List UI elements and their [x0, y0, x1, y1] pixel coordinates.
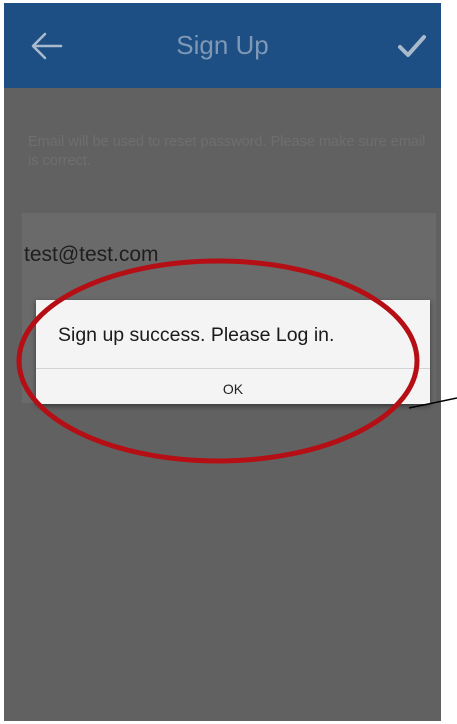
ok-button[interactable]: OK — [36, 369, 430, 404]
email-hint-text: Email will be used to reset password. Pl… — [28, 134, 426, 169]
confirm-button[interactable] — [387, 21, 437, 71]
email-field[interactable]: test@test.com — [24, 243, 159, 267]
success-dialog: Sign up success. Please Log in. OK — [36, 300, 430, 404]
phone-screen: Sign Up Email will be used to reset pass… — [4, 3, 441, 721]
dialog-message: Sign up success. Please Log in. — [58, 324, 335, 346]
page-title: Sign Up — [176, 30, 269, 60]
app-bar: Sign Up — [4, 3, 441, 88]
checkmark-icon — [398, 35, 426, 57]
